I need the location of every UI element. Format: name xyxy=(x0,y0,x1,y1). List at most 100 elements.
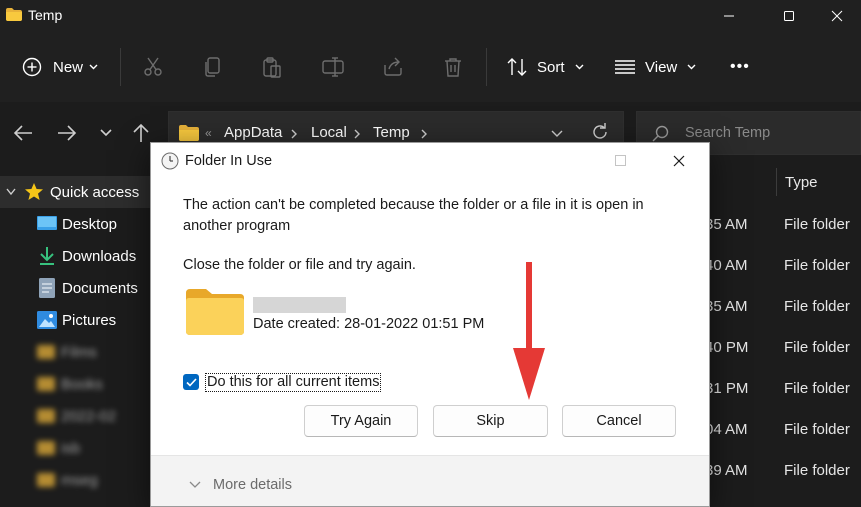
sidebar-item-label: Pictures xyxy=(62,311,117,329)
clipboard-icon xyxy=(263,57,281,78)
folder-icon xyxy=(37,377,55,391)
chevron-right-icon xyxy=(421,129,427,139)
folder-icon xyxy=(37,345,55,359)
file-row-type[interactable]: File folder xyxy=(784,421,850,451)
chevron-down-icon xyxy=(687,64,696,70)
sidebar-item-label: Downloads xyxy=(62,247,137,265)
folder-icon xyxy=(37,473,55,487)
sidebar-item-label: isb xyxy=(61,439,81,457)
sidebar-item-blurred[interactable]: 2022-02 xyxy=(0,400,152,432)
command-bar: New Sort View ••• xyxy=(0,32,861,102)
clock-icon xyxy=(161,152,179,170)
folder-icon xyxy=(186,289,244,335)
new-label: New xyxy=(53,58,84,76)
sidebar-item-downloads[interactable]: Downloads xyxy=(0,240,152,272)
cancel-button[interactable]: Cancel xyxy=(562,405,676,437)
dialog-close-button[interactable] xyxy=(659,147,699,175)
refresh-icon[interactable] xyxy=(591,123,609,141)
file-row-time[interactable]: 35 AM xyxy=(705,298,748,328)
navigation-pane: Quick access Desktop Downloads Documents… xyxy=(0,166,152,507)
sidebar-item-blurred[interactable]: Films xyxy=(0,336,152,368)
folder-icon xyxy=(37,409,55,423)
separator xyxy=(486,48,487,86)
file-row-type[interactable]: File folder xyxy=(784,298,850,328)
view-button[interactable]: View xyxy=(614,52,696,82)
breadcrumb-temp[interactable]: Temp xyxy=(373,124,410,141)
arrow-left-icon xyxy=(13,125,32,141)
sidebar-item-blurred[interactable]: mseg xyxy=(0,464,152,496)
close-icon xyxy=(673,155,685,167)
sidebar-item-blurred[interactable]: isb xyxy=(0,432,152,464)
checkmark-icon xyxy=(185,377,197,387)
title-bar: Temp xyxy=(0,0,861,32)
breadcrumb-appdata[interactable]: AppData xyxy=(224,124,282,141)
file-row-type[interactable]: File folder xyxy=(784,380,850,410)
separator xyxy=(120,48,121,86)
documents-icon xyxy=(39,278,55,298)
more-details-link[interactable]: More details xyxy=(213,477,292,493)
paste-button[interactable] xyxy=(261,52,283,82)
apply-all-label[interactable]: Do this for all current items xyxy=(205,373,382,392)
new-button[interactable]: New xyxy=(22,52,98,82)
chevron-down-icon xyxy=(575,64,584,70)
column-separator[interactable] xyxy=(776,168,777,196)
sidebar-item-label: Films xyxy=(61,343,97,361)
trash-icon xyxy=(445,58,461,77)
view-label: View xyxy=(645,58,678,76)
file-row-type[interactable]: File folder xyxy=(784,257,850,287)
sidebar-item-blurred[interactable]: Books xyxy=(0,368,152,400)
sort-button[interactable]: Sort xyxy=(506,52,584,82)
chevron-down-icon[interactable] xyxy=(6,188,16,196)
breadcrumb-local[interactable]: Local xyxy=(311,124,347,141)
rename-button[interactable] xyxy=(321,52,345,82)
file-row-type[interactable]: File folder xyxy=(784,462,850,492)
view-list-icon xyxy=(615,60,635,74)
dialog-footer: More details xyxy=(151,455,709,506)
file-row-time[interactable]: 39 AM xyxy=(705,462,748,492)
copy-button[interactable] xyxy=(202,52,224,82)
maximize-icon xyxy=(615,155,626,166)
delete-button[interactable] xyxy=(442,52,464,82)
sort-label: Sort xyxy=(537,58,565,76)
file-row-type[interactable]: File folder xyxy=(784,339,850,369)
dialog-instruction: Close the folder or file and try again. xyxy=(183,257,416,273)
sidebar-item-documents[interactable]: Documents xyxy=(0,272,152,304)
sidebar-item-quick-access[interactable]: Quick access xyxy=(0,176,152,208)
minimize-button[interactable] xyxy=(706,0,752,32)
share-button[interactable] xyxy=(382,52,404,82)
close-window-button[interactable] xyxy=(814,0,860,32)
apply-all-checkbox[interactable] xyxy=(183,374,199,390)
file-row-time[interactable]: 35 AM xyxy=(705,216,748,246)
recent-locations-button[interactable] xyxy=(94,121,118,145)
search-placeholder: Search Temp xyxy=(685,125,771,141)
overflow-chevron-icon[interactable]: « xyxy=(205,126,212,140)
file-row-time[interactable]: 40 PM xyxy=(705,339,748,369)
copy-icon xyxy=(205,57,220,77)
more-label: ••• xyxy=(730,58,750,75)
back-button[interactable] xyxy=(11,121,35,145)
try-again-button[interactable]: Try Again xyxy=(304,405,418,437)
column-header-type[interactable]: Type xyxy=(785,174,818,191)
file-row-type[interactable]: File folder xyxy=(784,216,850,246)
skip-button[interactable]: Skip xyxy=(433,405,548,437)
maximize-button[interactable] xyxy=(766,0,812,32)
sidebar-item-desktop[interactable]: Desktop xyxy=(0,208,152,240)
download-icon xyxy=(40,247,54,265)
file-row-time[interactable]: 31 PM xyxy=(705,380,748,410)
arrow-up-icon xyxy=(133,123,149,142)
date-created: Date created: 28-01-2022 01:51 PM xyxy=(253,316,485,332)
rename-icon xyxy=(322,57,344,77)
sidebar-item-label: Desktop xyxy=(62,215,118,233)
more-options-button[interactable]: ••• xyxy=(730,52,750,82)
chevron-down-icon[interactable] xyxy=(189,481,201,489)
sort-icon xyxy=(507,58,527,76)
chevron-down-icon xyxy=(100,129,112,137)
file-row-time[interactable]: 04 AM xyxy=(705,421,748,451)
cut-button[interactable] xyxy=(142,52,164,82)
chevron-down-icon[interactable] xyxy=(551,130,563,138)
sidebar-item-label: Quick access xyxy=(50,183,140,201)
forward-button[interactable] xyxy=(55,121,79,145)
sidebar-item-pictures[interactable]: Pictures xyxy=(0,304,152,336)
chevron-down-icon xyxy=(89,64,98,70)
file-row-time[interactable]: 40 AM xyxy=(705,257,748,287)
